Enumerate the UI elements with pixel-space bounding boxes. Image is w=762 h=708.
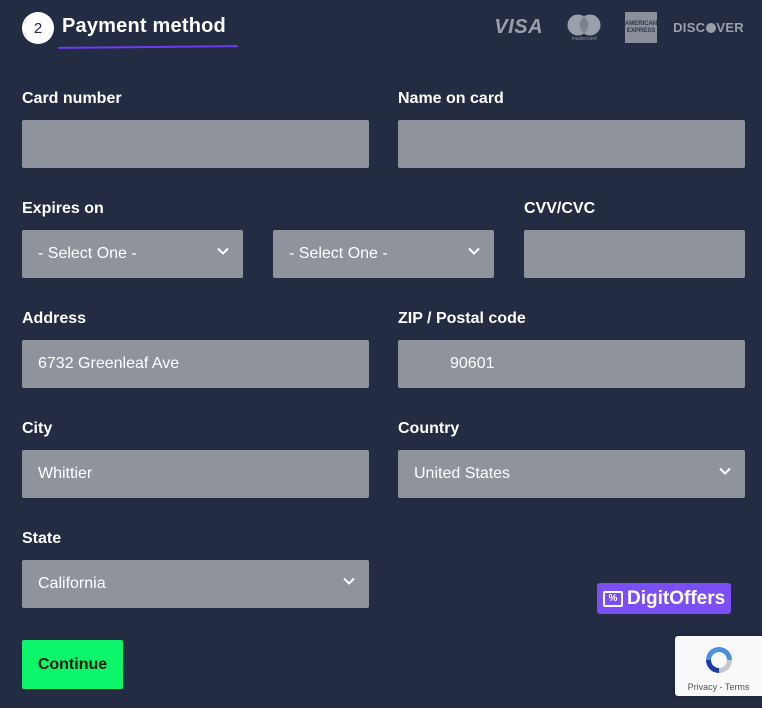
- mastercard-logo: mastercard: [567, 14, 601, 42]
- title-underline: [57, 45, 239, 49]
- digitoffers-badge[interactable]: % DigitOffers: [597, 583, 731, 614]
- recaptcha-icon: [705, 647, 732, 673]
- visa-logo: VISA: [494, 16, 544, 38]
- city-input[interactable]: Whittier: [22, 450, 369, 498]
- city-label: City: [22, 420, 53, 437]
- state-label: State: [22, 530, 62, 547]
- country-label: Country: [398, 420, 460, 437]
- chevron-down-icon: [217, 247, 229, 255]
- discover-logo: DISC VER: [673, 20, 744, 35]
- card-number-input[interactable]: [22, 120, 369, 168]
- discover-dot-icon: [705, 23, 716, 33]
- country-value: United States: [414, 465, 511, 482]
- percent-tag-icon: %: [603, 590, 623, 607]
- amex-logo: AMERICAN EXPRESS: [625, 12, 657, 43]
- mastercard-text: mastercard: [571, 35, 597, 42]
- name-on-card-input[interactable]: [398, 120, 745, 168]
- amex-text-top: AMERICAN: [624, 20, 658, 27]
- continue-button[interactable]: Continue: [22, 640, 123, 689]
- discover-text-suffix: VER: [716, 20, 744, 35]
- address-input[interactable]: 6732 Greenleaf Ave: [22, 340, 369, 388]
- expiry-month-select[interactable]: - Select One -: [22, 230, 243, 278]
- cvv-input[interactable]: [524, 230, 745, 278]
- page-title: Payment method: [62, 15, 226, 37]
- card-number-label: Card number: [22, 90, 122, 107]
- step-number-badge: 2: [22, 12, 54, 44]
- state-value: California: [38, 575, 106, 592]
- expiry-month-value: - Select One -: [38, 245, 137, 262]
- state-select[interactable]: California: [22, 560, 369, 608]
- chevron-down-icon: [468, 247, 480, 255]
- name-on-card-label: Name on card: [398, 90, 504, 107]
- digitoffers-label: DigitOffers: [627, 587, 726, 609]
- chevron-down-icon: [719, 467, 731, 475]
- expires-on-label: Expires on: [22, 200, 104, 217]
- discover-text-prefix: DISC: [673, 20, 706, 35]
- card-brand-logos: VISA mastercard AMERICAN EXPRESS DISC VER: [494, 12, 744, 43]
- zip-label: ZIP / Postal code: [398, 310, 526, 327]
- cvv-label: CVV/CVC: [524, 200, 596, 217]
- mastercard-circles-icon: [567, 14, 601, 35]
- country-select[interactable]: United States: [398, 450, 745, 498]
- expiry-year-select[interactable]: - Select One -: [273, 230, 494, 278]
- zip-input[interactable]: 90601: [398, 340, 745, 388]
- recaptcha-links[interactable]: Privacy - Terms: [688, 682, 750, 692]
- amex-text-bottom: EXPRESS: [626, 27, 656, 34]
- address-label: Address: [22, 310, 87, 327]
- chevron-down-icon: [343, 577, 355, 585]
- recaptcha-badge[interactable]: Privacy - Terms: [675, 636, 762, 696]
- expiry-year-value: - Select One -: [289, 245, 388, 262]
